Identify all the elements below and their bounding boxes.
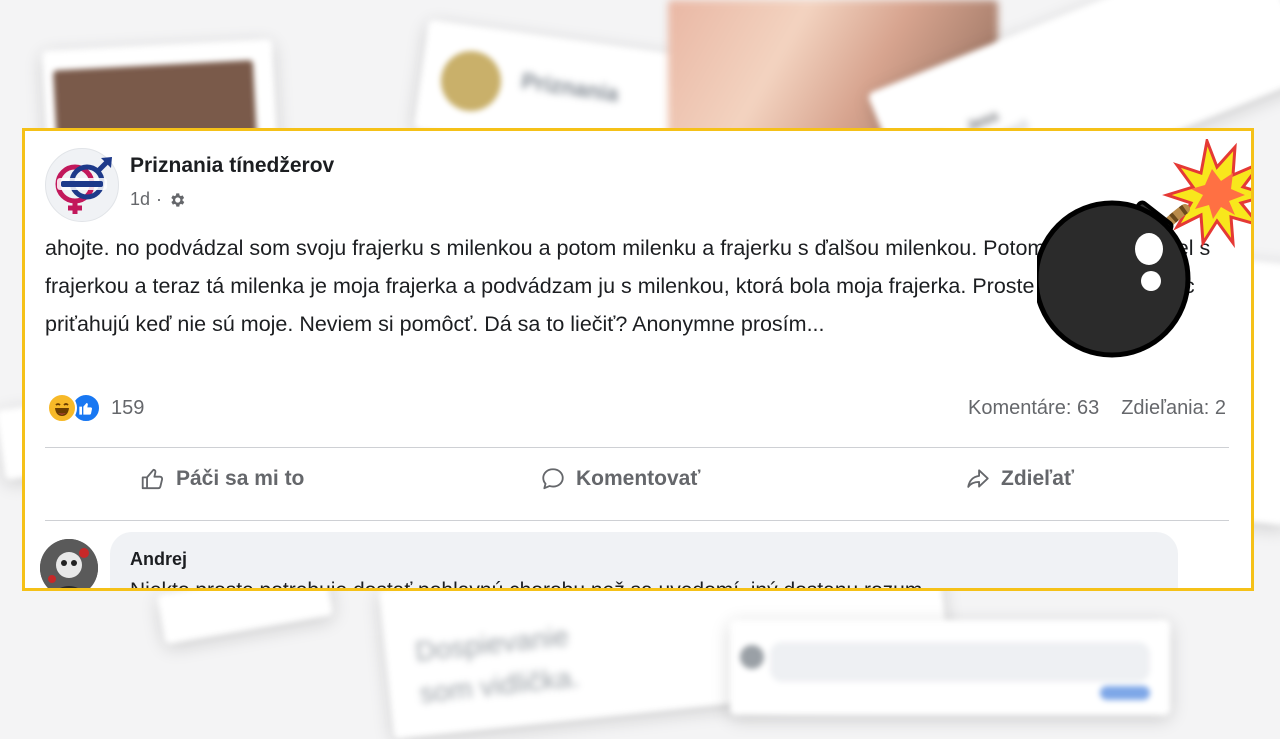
comments-count-link[interactable]: Komentáre: 63 xyxy=(968,397,1099,420)
comment-avatar[interactable] xyxy=(40,539,98,588)
comment-author[interactable]: Andrej xyxy=(130,549,187,570)
like-label: Páči sa mi to xyxy=(176,467,305,490)
share-button[interactable]: Zdieľať xyxy=(965,466,1074,492)
thumbs-up-icon xyxy=(141,468,164,490)
share-arrow-icon xyxy=(967,469,989,488)
background-text: Dospievanie xyxy=(413,620,571,668)
comment-button[interactable]: Komentovať xyxy=(540,466,700,492)
meta-separator: · xyxy=(156,189,163,209)
comment-text: Niekto proste potrebuje dostať pohlavnú … xyxy=(130,579,923,591)
bomb-icon xyxy=(1037,139,1251,358)
like-button[interactable]: Páči sa mi to xyxy=(140,466,304,492)
post-meta: 1d · xyxy=(130,189,186,210)
divider xyxy=(45,520,1229,521)
speech-bubble-icon xyxy=(542,468,564,490)
haha-reaction-icon xyxy=(47,393,77,423)
background-text: som vidlička. xyxy=(418,661,581,709)
share-label: Zdieľať xyxy=(1001,467,1074,490)
background-text: Priznania xyxy=(519,68,621,107)
page-avatar[interactable] xyxy=(45,148,119,222)
comment-bubble: Andrej Niekto proste potrebuje dostať po… xyxy=(110,532,1178,591)
page-name[interactable]: Priznania tínedžerov xyxy=(130,154,334,178)
background-card xyxy=(730,620,1170,715)
post-stats: Komentáre: 63 Zdieľania: 2 xyxy=(968,397,1226,420)
gear-icon xyxy=(171,192,185,207)
page-logo xyxy=(55,157,112,214)
post-time[interactable]: 1d xyxy=(130,189,150,210)
reaction-count: 159 xyxy=(111,396,145,419)
post-card: Priznania tínedžerov 1d · ••• ahojte. no… xyxy=(22,128,1254,591)
divider xyxy=(45,447,1229,448)
comment-label: Komentovať xyxy=(576,467,701,490)
reactions-summary[interactable]: 159 xyxy=(47,393,144,423)
shares-count-link[interactable]: Zdieľania: 2 xyxy=(1121,397,1226,420)
